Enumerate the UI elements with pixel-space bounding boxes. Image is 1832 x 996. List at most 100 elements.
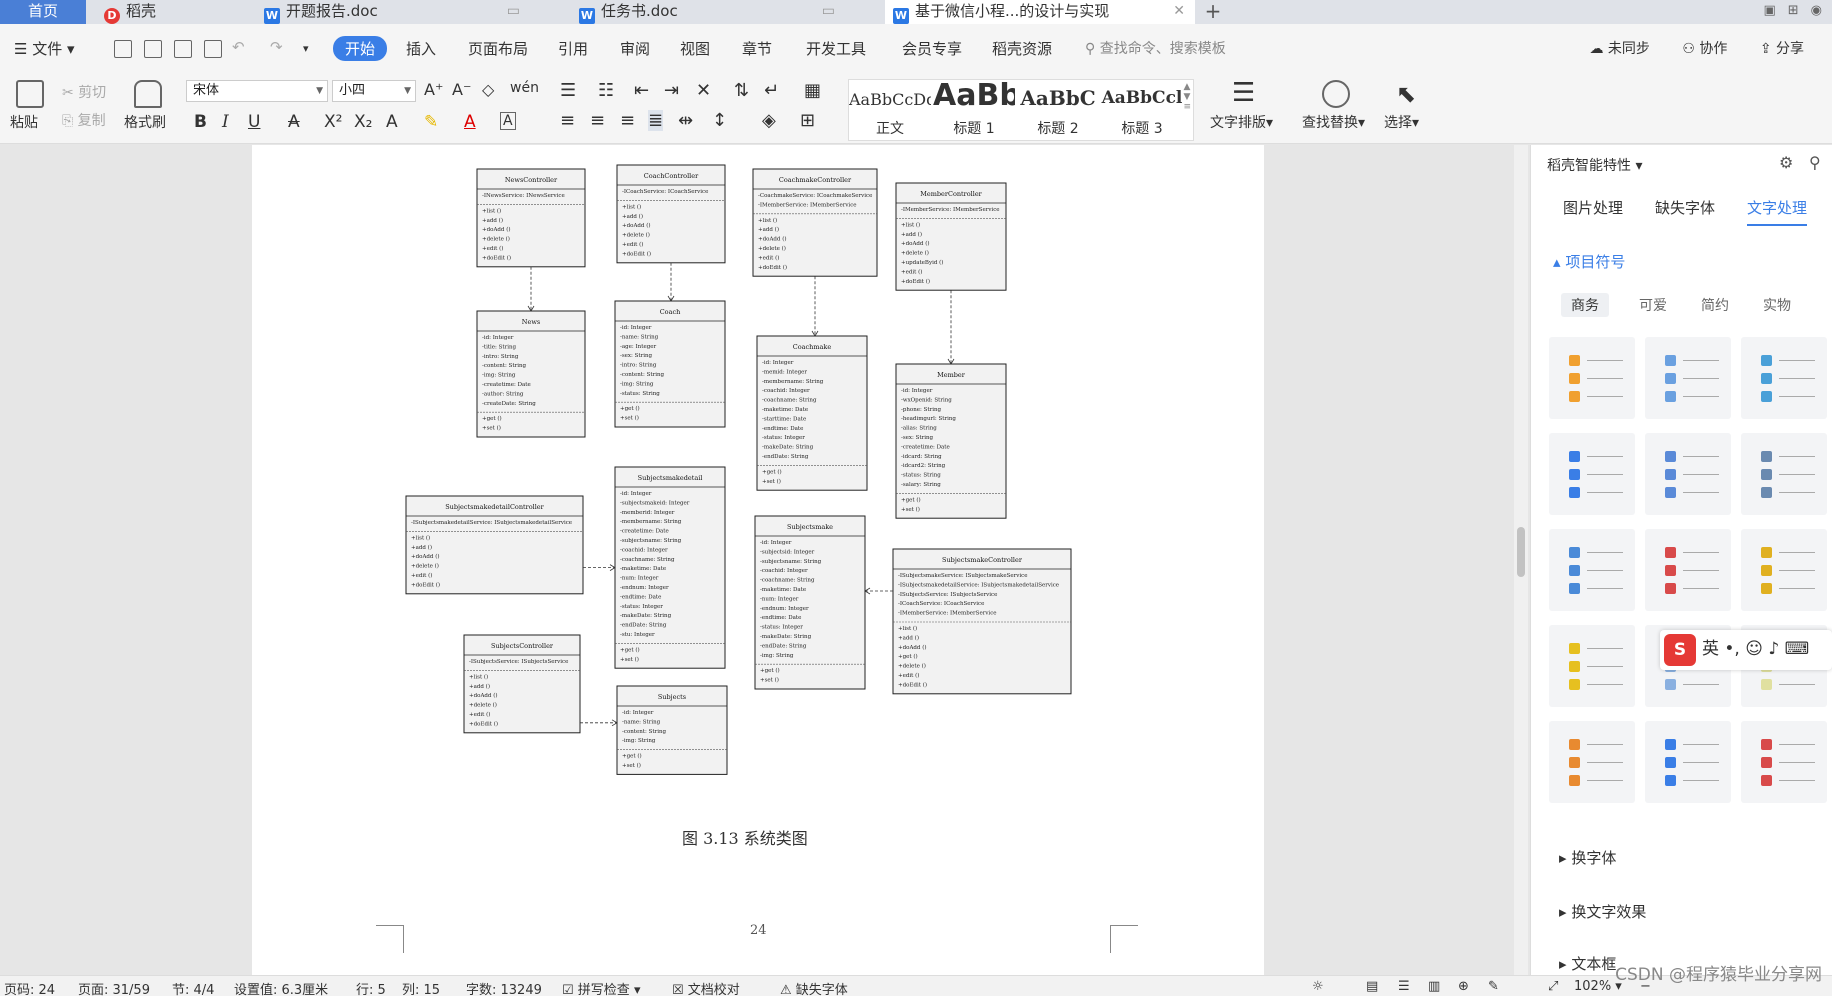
- fit-page-icon[interactable]: ⤢: [1548, 979, 1558, 994]
- subtab-business[interactable]: 商务: [1561, 293, 1609, 317]
- status-word-count[interactable]: 字数: 13249: [466, 979, 542, 996]
- subtab-physical[interactable]: 实物: [1763, 295, 1791, 315]
- bullet-style-option[interactable]: [1549, 721, 1635, 803]
- bullet-style-option[interactable]: [1645, 529, 1731, 611]
- shrink-font-icon[interactable]: A⁻: [452, 80, 471, 99]
- text-effect-icon[interactable]: A: [386, 112, 398, 132]
- style-scroll-icon[interactable]: ▲▼≡: [1183, 82, 1191, 112]
- paste-button[interactable]: 粘贴: [10, 112, 38, 132]
- clear-format-icon[interactable]: ◇: [482, 80, 494, 99]
- style-heading-2[interactable]: AaBbC 标题 2: [1017, 80, 1099, 140]
- reading-view-icon[interactable]: ▥: [1428, 979, 1440, 994]
- font-color-icon[interactable]: A: [464, 112, 476, 132]
- spell-check-toggle[interactable]: ☑ 拼写检查 ▾: [562, 979, 640, 996]
- distribute-icon[interactable]: ⇹: [678, 110, 693, 131]
- missing-font-button[interactable]: ⚠ 缺失字体: [780, 979, 848, 996]
- avatar[interactable]: ◉: [1811, 3, 1822, 18]
- italic-icon[interactable]: I: [222, 112, 229, 132]
- redo-icon[interactable]: ↷: [270, 38, 283, 56]
- bullet-style-option[interactable]: [1645, 433, 1731, 515]
- sort-icon[interactable]: ⇅: [734, 80, 749, 101]
- menu-page-layout[interactable]: 页面布局: [468, 38, 528, 59]
- font-size-select[interactable]: 小四▼: [332, 80, 416, 102]
- menu-start[interactable]: 开始: [333, 36, 387, 61]
- bullet-list-icon[interactable]: ☰: [560, 80, 576, 101]
- subtab-cute[interactable]: 可爱: [1639, 295, 1667, 315]
- phonetic-guide-icon[interactable]: wén: [510, 80, 539, 96]
- text-layout-button[interactable]: 文字排版▾: [1210, 112, 1273, 132]
- ruler-icon[interactable]: ▦: [804, 80, 821, 101]
- export-pdf-icon[interactable]: [144, 40, 162, 58]
- add-tab-button[interactable]: +: [1200, 0, 1226, 24]
- close-icon[interactable]: ✕: [1173, 0, 1185, 22]
- tab-home[interactable]: 首页: [0, 0, 86, 24]
- copy-button[interactable]: ⎘ 复制: [62, 110, 106, 130]
- font-family-select[interactable]: 宋体▼: [186, 80, 328, 102]
- command-search[interactable]: ⚲ 查找命令、搜索模板: [1085, 38, 1226, 58]
- pin-icon[interactable]: ▭: [822, 0, 835, 22]
- status-page[interactable]: 页面: 31/59: [78, 979, 150, 996]
- write-mode-icon[interactable]: ✎: [1488, 979, 1499, 994]
- layout-icon[interactable]: ▣: [1763, 3, 1775, 18]
- grid-icon[interactable]: ⊞: [1788, 3, 1799, 18]
- line-spacing-icon[interactable]: ↕: [712, 110, 727, 131]
- bullet-style-option[interactable]: [1645, 721, 1731, 803]
- text-box-link[interactable]: ▸ 文本框: [1559, 953, 1616, 974]
- menu-member[interactable]: 会员专享: [902, 38, 962, 59]
- page-view-icon[interactable]: ▤: [1366, 979, 1378, 994]
- outline-view-icon[interactable]: ☰: [1398, 979, 1410, 994]
- format-painter-button[interactable]: 格式刷: [124, 112, 166, 132]
- eye-protection-icon[interactable]: ☼: [1312, 979, 1324, 994]
- tab-missing-fonts[interactable]: 缺失字体: [1655, 197, 1715, 218]
- superscript-icon[interactable]: X²: [324, 112, 342, 132]
- emoji-icon[interactable]: ☺: [1745, 639, 1763, 659]
- bullet-style-option[interactable]: [1741, 529, 1827, 611]
- panel-title[interactable]: 稻壳智能特性 ▾: [1547, 155, 1642, 175]
- menu-chapter[interactable]: 章节: [742, 38, 772, 59]
- change-font-link[interactable]: ▸ 换字体: [1559, 847, 1616, 868]
- pin-icon[interactable]: ⚲: [1809, 153, 1821, 172]
- file-menu[interactable]: ☰ 文件 ▾: [14, 38, 75, 59]
- style-heading-1[interactable]: AaBb 标题 1: [933, 80, 1015, 140]
- find-replace-button[interactable]: 查找替换▾: [1302, 112, 1365, 132]
- print-preview-icon[interactable]: [204, 40, 222, 58]
- strikethrough-icon[interactable]: A: [288, 112, 300, 132]
- character-border-icon[interactable]: A: [500, 112, 516, 130]
- save-icon[interactable]: [114, 40, 132, 58]
- show-marks-icon[interactable]: ↵: [764, 80, 779, 101]
- menu-references[interactable]: 引用: [558, 38, 588, 59]
- style-normal[interactable]: AaBbCcDd 正文: [849, 80, 931, 140]
- change-text-effect-link[interactable]: ▸ 换文字效果: [1559, 901, 1646, 922]
- menu-developer[interactable]: 开发工具: [806, 38, 866, 59]
- select-button[interactable]: 选择▾: [1384, 112, 1419, 132]
- gear-icon[interactable]: ⚙: [1779, 153, 1793, 172]
- tab-thesis[interactable]: W基于微信小程...的设计与实现✕: [885, 0, 1195, 24]
- bullet-style-option[interactable]: [1549, 433, 1635, 515]
- bullet-section-header[interactable]: ▴ 项目符号: [1553, 251, 1625, 272]
- paste-icon[interactable]: [16, 80, 44, 108]
- bullet-style-option[interactable]: [1549, 337, 1635, 419]
- bullet-style-option[interactable]: [1741, 433, 1827, 515]
- borders-icon[interactable]: ⊞: [800, 110, 815, 131]
- chinese-layout-icon[interactable]: ✕: [696, 80, 711, 101]
- menu-docer-resources[interactable]: 稻壳资源: [992, 38, 1052, 59]
- microphone-icon[interactable]: ♪: [1768, 639, 1779, 659]
- subscript-icon[interactable]: X₂: [354, 112, 372, 132]
- ime-toolbar[interactable]: S英 •, ☺ ♪ ⌨: [1660, 630, 1832, 670]
- highlight-icon[interactable]: ✎: [424, 112, 438, 132]
- style-heading-3[interactable]: AaBbCcl 标题 3: [1101, 80, 1183, 140]
- punctuation-icon[interactable]: •,: [1724, 639, 1739, 659]
- undo-icon[interactable]: ↶: [232, 38, 245, 56]
- subtab-simple[interactable]: 简约: [1701, 295, 1729, 315]
- pin-icon[interactable]: ▭: [507, 0, 520, 22]
- vertical-scrollbar[interactable]: [1514, 145, 1528, 975]
- shading-icon[interactable]: ◈: [762, 110, 776, 131]
- underline-icon[interactable]: U: [248, 112, 260, 132]
- align-center-icon[interactable]: ≡: [590, 110, 605, 131]
- document-page[interactable]: NewsController-INewsService: INewsServic…: [252, 145, 1264, 975]
- keyboard-icon[interactable]: ⌨: [1785, 639, 1810, 659]
- customize-quick-access-icon[interactable]: ▾: [303, 42, 309, 55]
- tab-task-book[interactable]: W任务书.doc▭: [575, 0, 845, 24]
- increase-indent-icon[interactable]: ⇥: [664, 80, 679, 101]
- bullet-style-option[interactable]: [1549, 529, 1635, 611]
